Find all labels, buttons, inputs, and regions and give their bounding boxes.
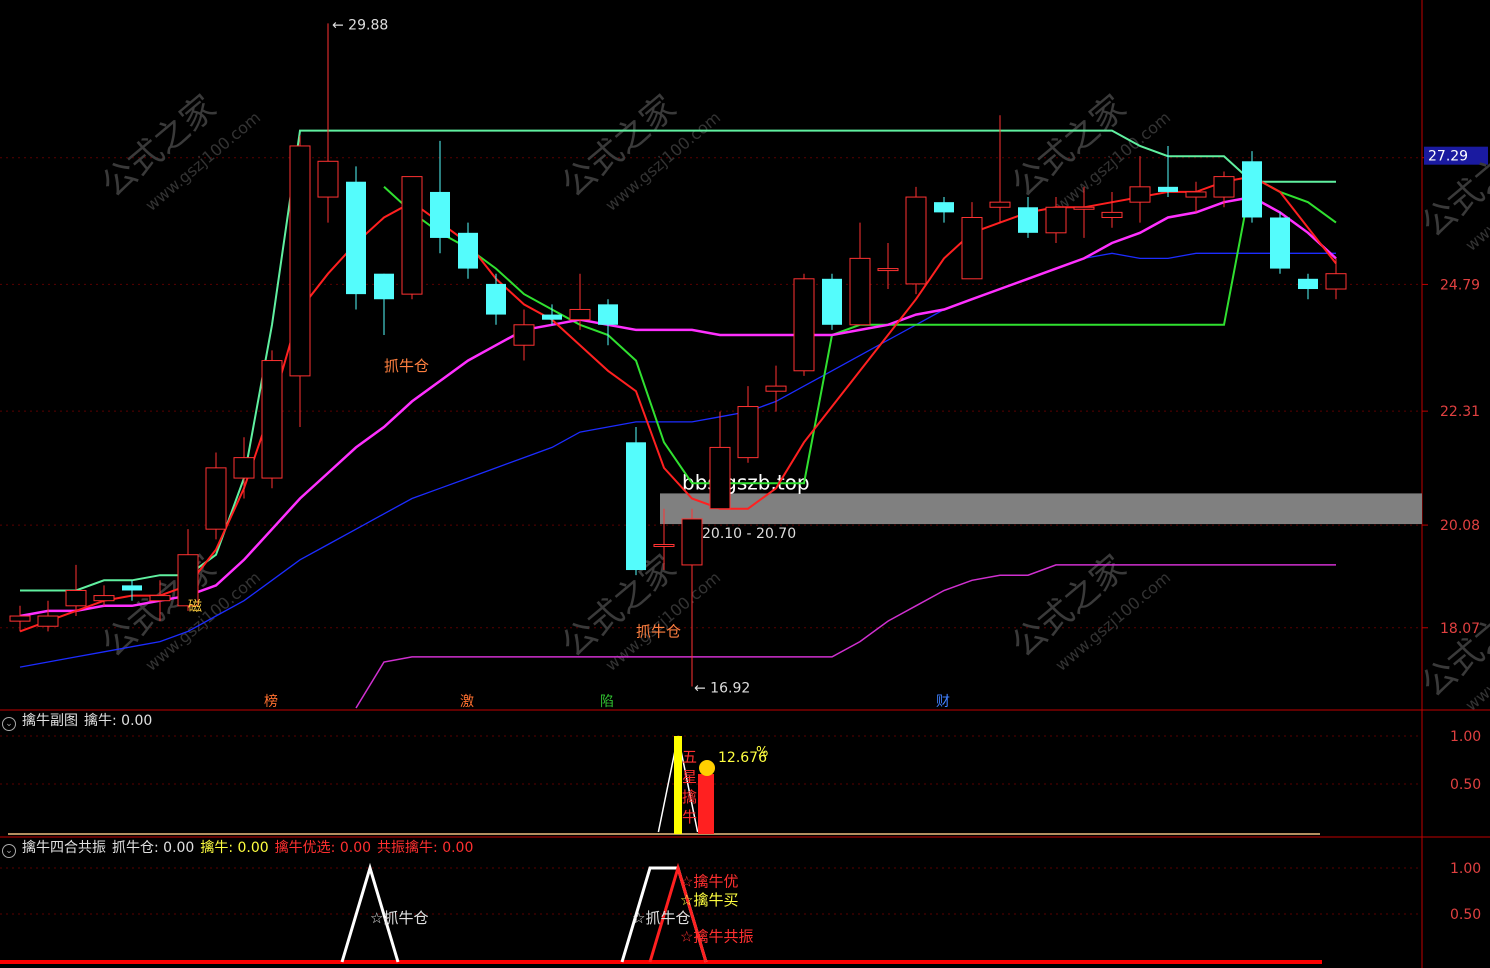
- candle-body: [905, 196, 927, 285]
- candle-body: [1242, 161, 1262, 218]
- candle-body: [1158, 186, 1178, 192]
- series-ma-short: [19, 175, 1337, 633]
- candle-body: [401, 176, 423, 295]
- candle-body: [289, 145, 311, 377]
- low-label: ← 16.92: [694, 681, 750, 697]
- panel3-label: ☆擒牛买: [680, 891, 738, 909]
- candle-body: [542, 314, 562, 320]
- candle-body: [261, 360, 283, 479]
- price-zone: [660, 493, 1422, 525]
- candle-body: [9, 615, 31, 622]
- candle-body: [317, 160, 339, 198]
- panel3-label: ☆擒牛共振: [680, 928, 753, 946]
- candle-body: [1073, 206, 1095, 210]
- panel3-name: 擒牛四合共振: [22, 840, 106, 856]
- candle-body: [934, 202, 954, 213]
- candle-body: [569, 308, 591, 321]
- chart-canvas: 27.2724.7922.3120.0818.0727.29公式之家www.gs…: [0, 0, 1490, 968]
- candle-body: [486, 283, 506, 315]
- candle-body: [205, 467, 227, 530]
- panel2-header: ⌄ 擒牛副图 擒牛: 0.00: [0, 710, 158, 732]
- candle-body: [822, 278, 842, 325]
- candle-body: [149, 595, 171, 602]
- candle-body: [233, 457, 255, 479]
- price-tick-label: 20.08: [1440, 518, 1480, 534]
- panel2-yellow-bar: [674, 736, 682, 834]
- candle-body: [1185, 191, 1207, 198]
- panel2-vertical-char: 擒: [682, 788, 697, 806]
- candle-body: [1129, 186, 1151, 203]
- axis-label: 1.00: [1450, 729, 1481, 745]
- candle-body: [346, 181, 366, 295]
- smiley-icon: [699, 760, 715, 776]
- candle-body: [709, 446, 731, 510]
- series-band-low: [355, 564, 1336, 709]
- candle-body: [626, 442, 646, 571]
- candle-body: [877, 268, 899, 272]
- candle-body: [374, 273, 394, 300]
- candle-body: [793, 278, 815, 372]
- candle-body: [430, 191, 450, 238]
- panel2-field: 擒牛: 0.00: [84, 713, 153, 729]
- panel3-label: ☆抓牛仓: [370, 909, 428, 927]
- candle-body: [765, 385, 787, 392]
- candle-body: [653, 543, 675, 547]
- current-price-label: 27.29: [1428, 149, 1468, 165]
- panel2-red-bar: [698, 774, 714, 834]
- candle-body: [849, 257, 871, 326]
- candle-body: [1213, 176, 1235, 198]
- price-tick-label: 24.79: [1440, 277, 1480, 293]
- candle-body: [1270, 217, 1290, 269]
- candle-body: [1101, 211, 1123, 218]
- low-tag-label: 磁: [188, 599, 202, 615]
- panel2-pct-unit: %: [756, 745, 768, 760]
- candle-body: [1325, 273, 1347, 290]
- event-marker: 榜: [264, 693, 278, 710]
- candle-body: [37, 615, 59, 627]
- axis-label: 0.50: [1450, 907, 1481, 923]
- axis-label: 0.50: [1450, 777, 1481, 793]
- axis-label: 1.00: [1450, 861, 1481, 877]
- panel3-label: ☆擒牛优: [680, 872, 738, 890]
- range-label: 20.10 - 20.70: [702, 526, 796, 542]
- candle-body: [458, 232, 478, 269]
- candle-body: [598, 304, 618, 325]
- event-marker: 陷: [600, 694, 614, 710]
- panel2-vertical-char: 牛: [682, 808, 697, 826]
- candle-body: [1045, 206, 1067, 234]
- high-label: ← 29.88: [332, 17, 388, 33]
- candle-body: [513, 324, 535, 346]
- price-tick-label: 22.31: [1440, 404, 1480, 420]
- panel2-vertical-char: 星: [682, 768, 697, 786]
- candle-body: [989, 201, 1011, 208]
- collapse-icon[interactable]: ⌄: [2, 844, 16, 858]
- zhua-niu-cang-label: 抓牛仓: [636, 622, 681, 640]
- panel2-vertical-char: 五: [682, 748, 697, 766]
- zhua-niu-cang-label: 抓牛仓: [384, 357, 429, 375]
- panel3-label: ☆抓牛仓: [632, 909, 690, 927]
- panel3-field-0: 抓牛仓: 0.00: [112, 840, 195, 856]
- candle-body: [65, 589, 87, 607]
- candle-body: [1018, 207, 1038, 233]
- candle-body: [1298, 278, 1318, 290]
- panel3-header: ⌄ 擒牛四合共振 抓牛仓: 0.00 擒牛: 0.00 擒牛优选: 0.00 共振擒牛: …: [0, 837, 479, 859]
- candle-body: [961, 216, 983, 280]
- panel3-field-2: 擒牛优选: 0.00: [274, 840, 372, 856]
- event-marker: 激: [460, 693, 474, 710]
- panel2-name: 擒牛副图: [22, 713, 78, 729]
- event-marker: 财: [936, 694, 950, 710]
- candle-body: [681, 518, 703, 566]
- candle-body: [122, 585, 142, 591]
- panel3-field-3: 共振擒牛: 0.00: [377, 840, 474, 856]
- collapse-icon[interactable]: ⌄: [2, 717, 16, 731]
- candle-body: [93, 595, 115, 602]
- candle-body: [737, 406, 759, 459]
- panel3-field-1: 擒牛: 0.00: [200, 840, 269, 856]
